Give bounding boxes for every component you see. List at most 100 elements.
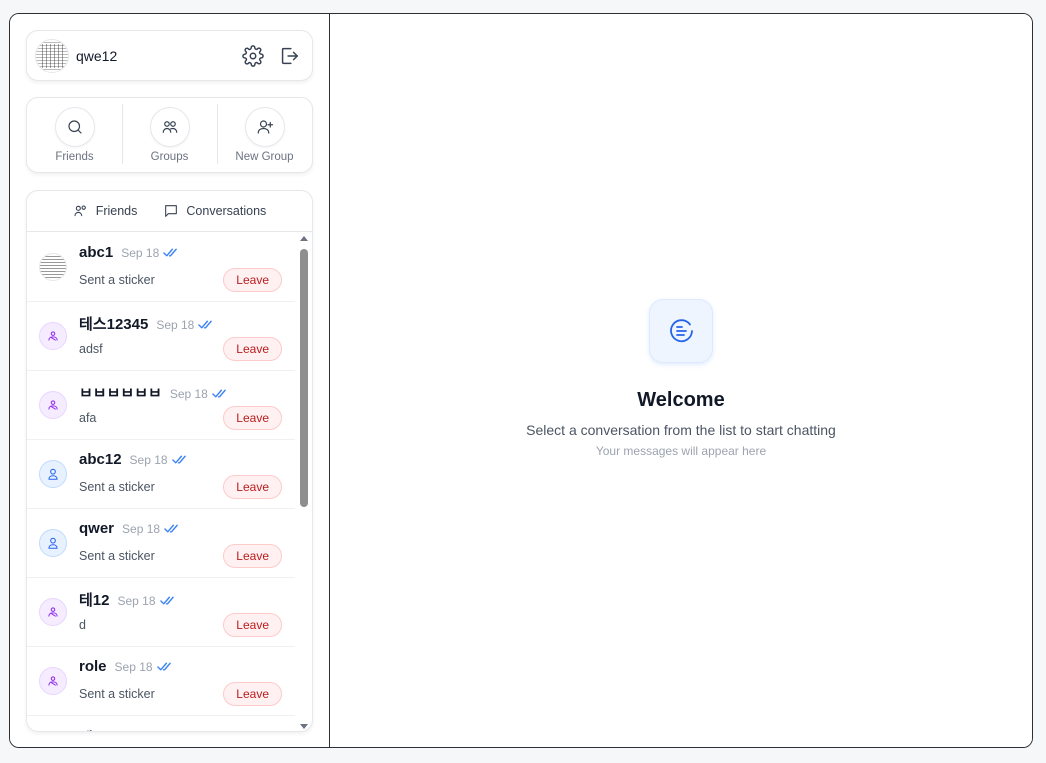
logout-icon bbox=[281, 47, 298, 64]
group-icon bbox=[48, 400, 58, 410]
scrollbar[interactable] bbox=[298, 233, 310, 731]
double-check-icon bbox=[164, 524, 178, 533]
conversation-row[interactable]: qwer Sep 18 Sent a sticker Leave bbox=[27, 509, 295, 578]
conversation-preview: Sent a sticker bbox=[79, 480, 155, 494]
conversation-name: qwer bbox=[79, 520, 115, 537]
conversation-name-line: 테12 Sep 18 bbox=[79, 589, 175, 610]
conversation-preview: afa bbox=[79, 411, 97, 425]
conversation-name: abc1 bbox=[79, 244, 114, 261]
group-avatar bbox=[39, 322, 67, 350]
leave-button[interactable]: Leave bbox=[223, 268, 282, 292]
leave-button[interactable]: Leave bbox=[223, 475, 282, 499]
conversation-meta: Sep 18 bbox=[130, 453, 187, 467]
conversation-name-line: qwer Sep 18 bbox=[79, 520, 179, 537]
new-group-action-label: New Group bbox=[235, 151, 294, 163]
conversation-name-line: ㅂㅂㅂㅂㅂㅂ Sep 18 bbox=[79, 382, 227, 403]
conversation-date: Sep 18 bbox=[122, 522, 161, 536]
users-icon bbox=[162, 121, 177, 133]
new-group-action-button[interactable] bbox=[244, 107, 285, 147]
scroll-up-arrow[interactable] bbox=[300, 236, 308, 241]
tab-friends[interactable]: Friends bbox=[73, 203, 138, 219]
group-icon bbox=[48, 676, 58, 686]
user-avatar bbox=[39, 460, 67, 488]
conversation-row[interactable]: 테스12345 Sep 18 adsf Leave bbox=[27, 302, 295, 371]
leave-button[interactable]: Leave bbox=[223, 544, 282, 568]
avatar[interactable] bbox=[35, 38, 69, 73]
conversation-name-line: role Sep 18 bbox=[79, 658, 172, 675]
search-icon bbox=[67, 120, 82, 134]
chat-main: Welcome Select a conversation from the l… bbox=[330, 14, 1032, 747]
conversation-meta: Sep 18 bbox=[122, 522, 179, 536]
scroll-down-arrow[interactable] bbox=[300, 724, 308, 729]
tab-conversations[interactable]: Conversations bbox=[163, 203, 266, 219]
conversation-list[interactable]: abc1 Sep 18 Sent a sticker Leave 테스12345 Sep … bbox=[27, 233, 295, 731]
welcome-title: Welcome bbox=[637, 389, 725, 411]
conversation-preview: adsf bbox=[79, 342, 103, 356]
message-icon bbox=[165, 205, 178, 217]
conversation-name: 테12 bbox=[79, 592, 110, 609]
friends-action[interactable]: Friends bbox=[27, 102, 122, 168]
gear-icon bbox=[242, 44, 264, 67]
tab-conversations-label: Conversations bbox=[186, 204, 267, 218]
logout-button[interactable] bbox=[274, 41, 304, 71]
conversation-row[interactable]: abc12 Sep 18 Sent a sticker Leave bbox=[27, 440, 295, 509]
conversation-name-line: 테스123456Sep 18 bbox=[79, 727, 222, 731]
conversation-row[interactable]: ㅂㅂㅂㅂㅂㅂ Sep 18 afa Leave bbox=[27, 371, 295, 440]
conversation-row[interactable]: 테12 Sep 18 d Leave bbox=[27, 578, 295, 647]
conversation-preview: Sent a sticker bbox=[79, 549, 155, 563]
groups-action-button[interactable] bbox=[149, 107, 190, 147]
welcome-panel: Welcome Select a conversation from the l… bbox=[330, 299, 1032, 458]
conversation-meta: Sep 18 bbox=[156, 318, 213, 332]
conversation-row[interactable]: role Sep 18 Sent a sticker Leave bbox=[27, 647, 295, 716]
user-plus-icon bbox=[257, 120, 273, 134]
conversation-name-line: 테스12345 Sep 18 bbox=[79, 313, 213, 334]
leave-button[interactable]: Leave bbox=[223, 337, 282, 361]
welcome-icon-box bbox=[649, 299, 713, 363]
conversation-name: 테스12345 bbox=[79, 316, 149, 333]
user-avatar bbox=[39, 529, 67, 557]
users-icon bbox=[74, 205, 86, 217]
friends-action-button[interactable] bbox=[54, 107, 95, 147]
tab-bar: Friends Conversations bbox=[27, 191, 312, 232]
group-icon bbox=[48, 331, 58, 341]
user-icon bbox=[48, 537, 58, 549]
conversation-preview: Sent a sticker bbox=[79, 273, 155, 287]
double-check-icon bbox=[163, 248, 178, 257]
double-check-icon bbox=[156, 662, 171, 671]
group-avatar bbox=[39, 598, 67, 626]
chat-app: qwe12 Friends Groups New Group Friends C… bbox=[9, 13, 1033, 748]
groups-action[interactable]: Groups bbox=[122, 102, 217, 168]
conversation-meta: Sep 18 bbox=[121, 246, 178, 260]
tab-friends-label: Friends bbox=[95, 204, 138, 218]
scrollbar-thumb[interactable] bbox=[300, 249, 308, 507]
leave-button[interactable]: Leave bbox=[223, 682, 282, 706]
conversation-name-line: abc1 Sep 18 bbox=[79, 244, 178, 261]
username: qwe12 bbox=[76, 47, 118, 64]
welcome-subtitle: Select a conversation from the list to s… bbox=[526, 422, 836, 438]
double-check-icon bbox=[171, 455, 186, 464]
settings-button[interactable] bbox=[238, 41, 268, 71]
conversation-date: Sep 18 bbox=[129, 453, 168, 467]
conversation-meta: Sep 18 bbox=[115, 660, 172, 674]
conversation-row[interactable]: abc1 Sep 18 Sent a sticker Leave bbox=[27, 233, 295, 302]
leave-button[interactable]: Leave bbox=[223, 406, 282, 430]
conversation-date: Sep 18 bbox=[169, 387, 208, 401]
conversation-date: Sep 18 bbox=[114, 660, 153, 674]
user-card: qwe12 bbox=[26, 30, 313, 81]
conversation-row[interactable]: 테스123456Sep 18Leave bbox=[27, 716, 295, 731]
conversation-name: role bbox=[79, 658, 107, 675]
groups-action-label: Groups bbox=[150, 151, 189, 163]
conversation-panel: Friends Conversations abc1 Sep 18 Sent a s… bbox=[26, 190, 313, 732]
conversation-meta: Sep 18 bbox=[118, 594, 175, 608]
conversation-name: 테스123456 bbox=[79, 730, 157, 731]
group-avatar bbox=[39, 391, 67, 419]
conversation-name: abc12 bbox=[79, 451, 122, 468]
group-avatar bbox=[39, 667, 67, 695]
new-group-action[interactable]: New Group bbox=[217, 102, 312, 168]
conversation-name: ㅂㅂㅂㅂㅂㅂ bbox=[79, 385, 162, 402]
leave-button[interactable]: Leave bbox=[223, 613, 282, 637]
conversation-preview: Sent a sticker bbox=[79, 687, 155, 701]
avatar bbox=[39, 253, 67, 281]
conversation-meta: Sep 18 bbox=[170, 387, 227, 401]
user-icon bbox=[48, 468, 58, 480]
